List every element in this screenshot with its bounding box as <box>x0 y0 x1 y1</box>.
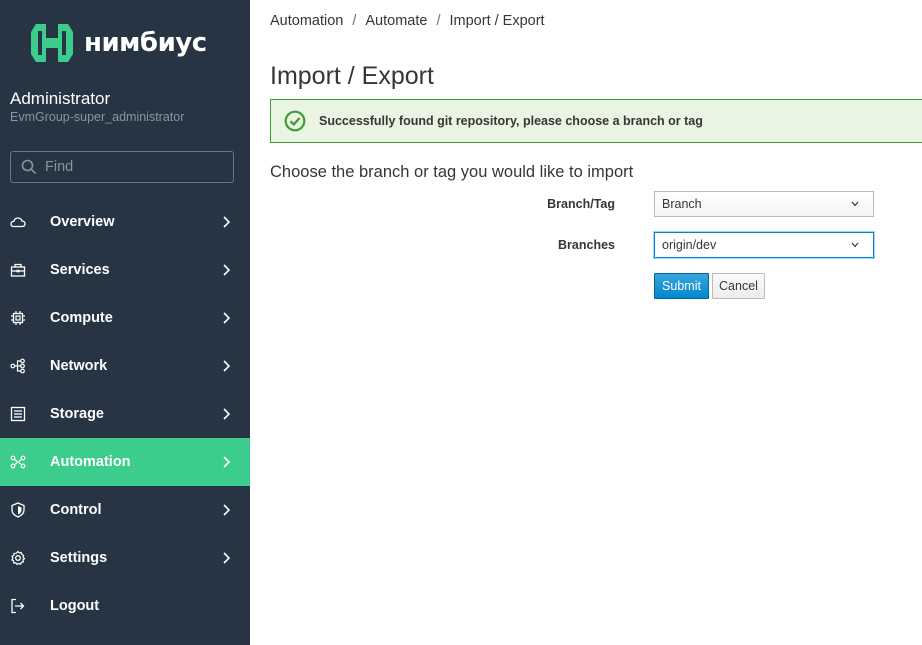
sidebar-item-automation[interactable]: Automation <box>0 438 250 486</box>
sidebar-item-label: Logout <box>50 598 100 614</box>
sidebar-item-settings[interactable]: Settings <box>0 534 250 582</box>
sidebar-item-label: Network <box>50 358 108 374</box>
sidebar-item-logout[interactable]: Logout <box>0 582 250 630</box>
branches-select[interactable]: origin/dev <box>654 232 874 258</box>
branches-label: Branches <box>558 238 615 252</box>
sidebar-item-storage[interactable]: Storage <box>0 390 250 438</box>
chevron-right-icon <box>223 312 231 324</box>
alert-message: Successfully found git repository, pleas… <box>319 114 703 128</box>
sidebar-item-label: Overview <box>50 214 115 230</box>
search-icon <box>21 159 37 175</box>
chevron-down-icon <box>851 201 859 207</box>
sidebar-item-overview[interactable]: Overview <box>0 198 250 246</box>
user-group: EvmGroup-super_administrator <box>10 110 185 124</box>
logo-text: нимбиус <box>84 28 207 58</box>
breadcrumb: Automation / Automate / Import / Export <box>270 13 545 29</box>
sidebar-item-services[interactable]: Services <box>0 246 250 294</box>
cloud-icon <box>10 217 26 228</box>
chevron-right-icon <box>223 216 231 228</box>
page-title: Import / Export <box>270 62 434 90</box>
sidebar-item-network[interactable]: Network <box>0 342 250 390</box>
sidebar-nav: Overview Services Compute Network Storag… <box>0 198 250 630</box>
chevron-right-icon <box>223 408 231 420</box>
sidebar-item-compute[interactable]: Compute <box>0 294 250 342</box>
sidebar: нимбиус Administrator EvmGroup-super_adm… <box>0 0 250 645</box>
branch-tag-value: Branch <box>662 197 702 211</box>
storage-icon <box>10 406 26 422</box>
cancel-button[interactable]: Cancel <box>712 273 765 299</box>
breadcrumb-separator: / <box>436 13 441 29</box>
branch-tag-select[interactable]: Branch <box>654 191 874 217</box>
logo[interactable]: нимбиус <box>30 22 207 64</box>
sidebar-item-control[interactable]: Control <box>0 486 250 534</box>
check-circle-icon <box>284 110 306 132</box>
user-name: Administrator <box>10 89 111 108</box>
branch-tag-label: Branch/Tag <box>547 197 615 211</box>
network-icon <box>10 358 25 374</box>
logout-icon <box>11 598 25 614</box>
main-content: Automation / Automate / Import / Export … <box>250 0 922 645</box>
gear-icon <box>11 550 26 566</box>
submit-button[interactable]: Submit <box>654 273 709 299</box>
automation-icon <box>10 455 26 469</box>
success-alert: Successfully found git repository, pleas… <box>270 99 922 143</box>
sidebar-item-label: Settings <box>50 550 108 566</box>
shield-icon <box>11 502 25 518</box>
chevron-right-icon <box>223 552 231 564</box>
chevron-right-icon <box>223 456 231 468</box>
sidebar-item-label: Automation <box>50 454 131 470</box>
search-placeholder: Find <box>45 159 74 175</box>
section-title: Choose the branch or tag you would like … <box>270 163 634 181</box>
breadcrumb-item-current: Import / Export <box>449 13 545 29</box>
chevron-right-icon <box>223 360 231 372</box>
services-icon <box>10 263 26 277</box>
chip-icon <box>11 311 25 325</box>
branches-value: origin/dev <box>662 238 717 252</box>
logo-icon <box>31 24 73 62</box>
chevron-right-icon <box>223 264 231 276</box>
sidebar-item-label: Compute <box>50 310 113 326</box>
sidebar-item-label: Storage <box>50 406 104 422</box>
breadcrumb-item-automation[interactable]: Automation <box>270 13 343 29</box>
sidebar-item-label: Services <box>50 262 110 278</box>
chevron-down-icon <box>851 242 859 248</box>
breadcrumb-separator: / <box>352 13 357 29</box>
chevron-right-icon <box>223 504 231 516</box>
breadcrumb-item-automate[interactable]: Automate <box>365 13 427 29</box>
search-input[interactable]: Find <box>10 151 234 183</box>
sidebar-item-label: Control <box>50 502 102 518</box>
